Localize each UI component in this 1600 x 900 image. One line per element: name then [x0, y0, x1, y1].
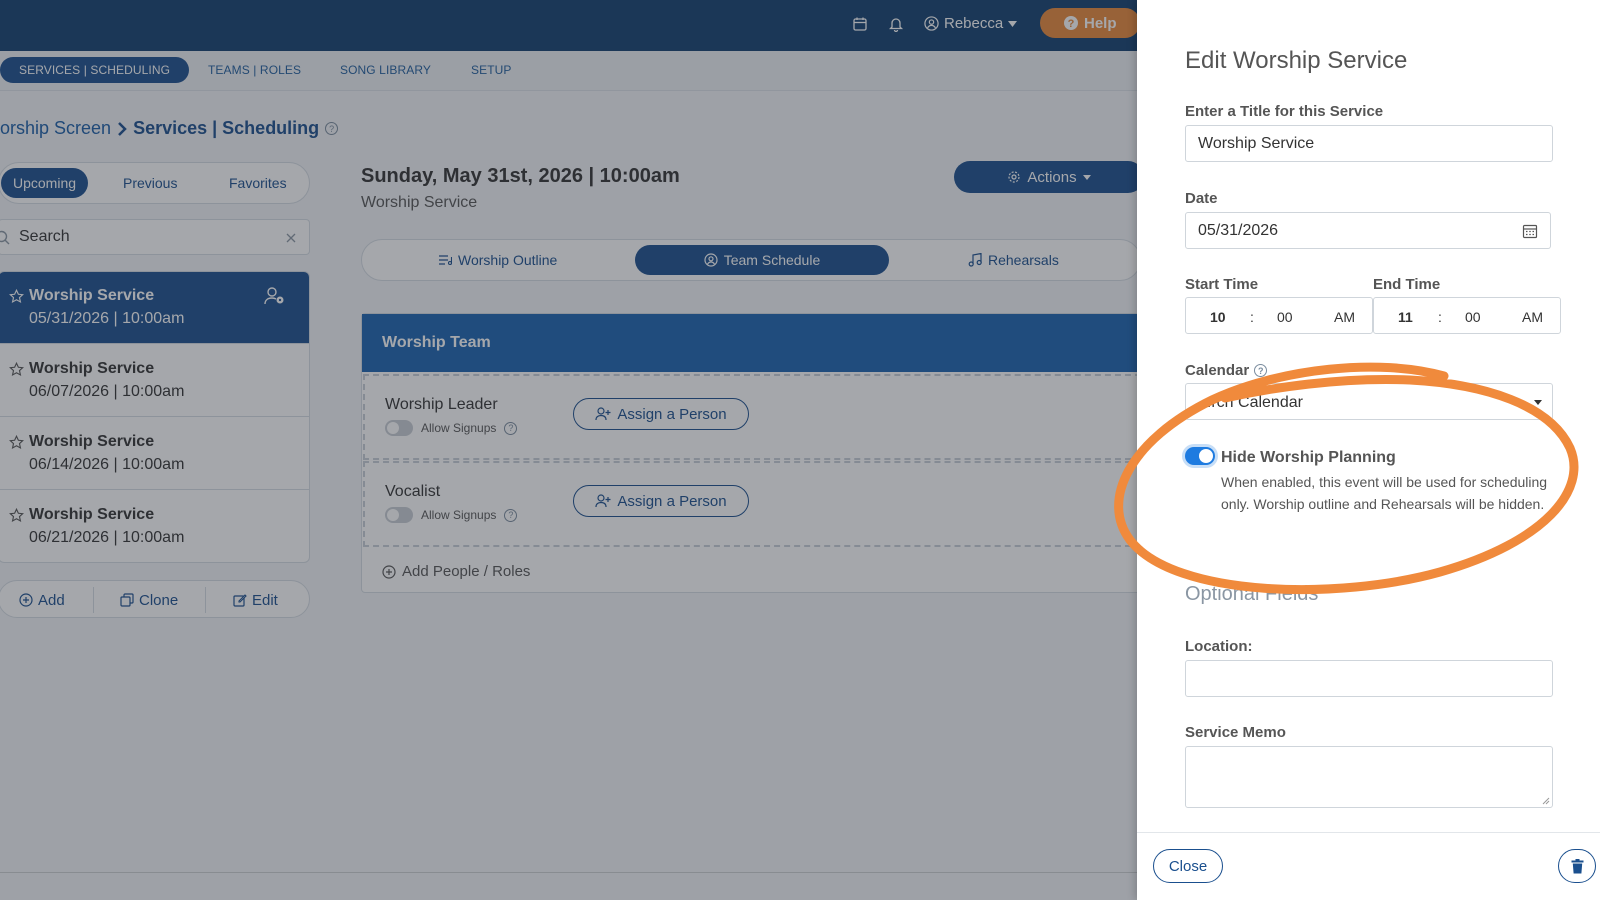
start-minute[interactable]: 00: [1277, 309, 1293, 325]
calendar-label: Calendar: [1185, 362, 1250, 379]
title-label: Enter a Title for this Service: [1185, 103, 1384, 120]
end-time-label: End Time: [1373, 276, 1441, 293]
time-separator: :: [1438, 309, 1442, 325]
start-ampm[interactable]: AM: [1334, 309, 1355, 325]
location-label: Location:: [1185, 638, 1253, 655]
start-time-label: Start Time: [1185, 276, 1259, 293]
date-picker-button[interactable]: [1509, 212, 1551, 249]
optional-fields-heading: Optional Fields: [1185, 583, 1319, 605]
service-memo-textarea[interactable]: [1185, 746, 1553, 808]
calendar-label-row: Calendar ?: [1185, 362, 1268, 379]
start-time-input[interactable]: 10 : 00 AM: [1185, 297, 1373, 334]
hide-worship-planning-description: When enabled, this event will be used fo…: [1221, 474, 1548, 512]
edit-service-drawer: Edit Worship Service Enter a Title for t…: [1137, 0, 1600, 900]
end-hour[interactable]: 11: [1398, 309, 1413, 325]
app: Rebecca ? Help SERVICES | SCHEDULING TEA…: [0, 0, 1600, 900]
calendar-selected-value: ...rch Calendar: [1198, 394, 1303, 411]
close-button[interactable]: Close: [1153, 849, 1223, 883]
title-input[interactable]: Worship Service: [1185, 125, 1553, 162]
location-input[interactable]: [1185, 660, 1553, 697]
hide-worship-planning-label: Hide Worship Planning: [1221, 449, 1396, 466]
calendar-select[interactable]: ...rch Calendar: [1185, 383, 1553, 420]
chevron-down-icon: [1534, 400, 1542, 405]
drawer-footer: Close: [1137, 832, 1600, 900]
info-icon[interactable]: ?: [1254, 364, 1268, 377]
resize-handle-icon[interactable]: [1542, 797, 1550, 805]
end-ampm[interactable]: AM: [1522, 309, 1543, 325]
end-minute[interactable]: 00: [1465, 309, 1481, 325]
hide-worship-planning-toggle[interactable]: [1185, 447, 1215, 465]
end-time-input[interactable]: 11 : 00 AM: [1373, 297, 1561, 334]
modal-backdrop[interactable]: [0, 0, 1137, 900]
delete-button[interactable]: [1558, 849, 1596, 883]
time-separator: :: [1250, 309, 1254, 325]
drawer-title: Edit Worship Service: [1185, 47, 1408, 74]
date-input[interactable]: 05/31/2026: [1185, 212, 1511, 249]
start-hour[interactable]: 10: [1210, 309, 1226, 325]
date-label: Date: [1185, 190, 1218, 207]
memo-label: Service Memo: [1185, 724, 1286, 741]
trash-icon: [1571, 858, 1583, 873]
calendar-icon: [1522, 224, 1537, 238]
